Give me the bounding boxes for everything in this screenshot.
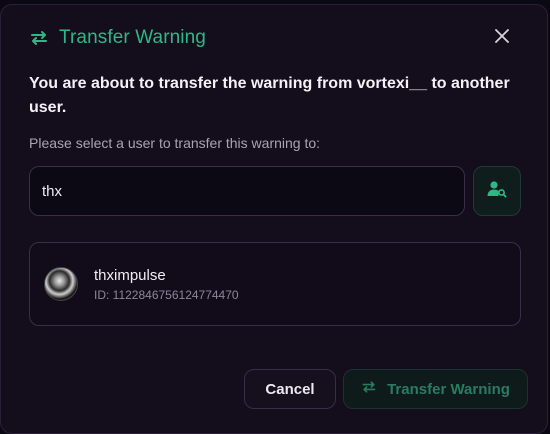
transfer-warning-button[interactable]: Transfer Warning xyxy=(343,369,528,409)
transfer-arrows-icon xyxy=(29,28,49,48)
user-search-row xyxy=(29,166,521,218)
result-username: thximpulse xyxy=(94,266,166,284)
avatar xyxy=(44,267,78,301)
transfer-button-label: Transfer Warning xyxy=(387,380,510,398)
transfer-warning-dialog: Transfer Warning You are about to transf… xyxy=(0,4,548,434)
user-search-button[interactable] xyxy=(473,166,521,216)
user-search-icon xyxy=(487,180,507,203)
search-results-list: thximpulse ID: 1122846756124774470 xyxy=(29,242,521,326)
instruction-text: Please select a user to transfer this wa… xyxy=(29,135,321,151)
user-search-input[interactable] xyxy=(29,166,465,216)
cancel-button-label: Cancel xyxy=(265,380,315,398)
result-user-id: ID: 1122846756124774470 xyxy=(94,287,239,302)
dialog-title: Transfer Warning xyxy=(59,27,206,48)
close-button[interactable] xyxy=(491,27,513,49)
dialog-header: Transfer Warning xyxy=(29,25,206,51)
transfer-arrows-icon xyxy=(361,379,377,399)
dialog-message: You are about to transfer the warning fr… xyxy=(29,75,510,116)
user-meta: thximpulse ID: 1122846756124774470 xyxy=(94,267,239,302)
cancel-button[interactable]: Cancel xyxy=(244,369,336,409)
user-result-item[interactable]: thximpulse ID: 1122846756124774470 xyxy=(30,243,520,325)
close-icon xyxy=(495,28,509,48)
